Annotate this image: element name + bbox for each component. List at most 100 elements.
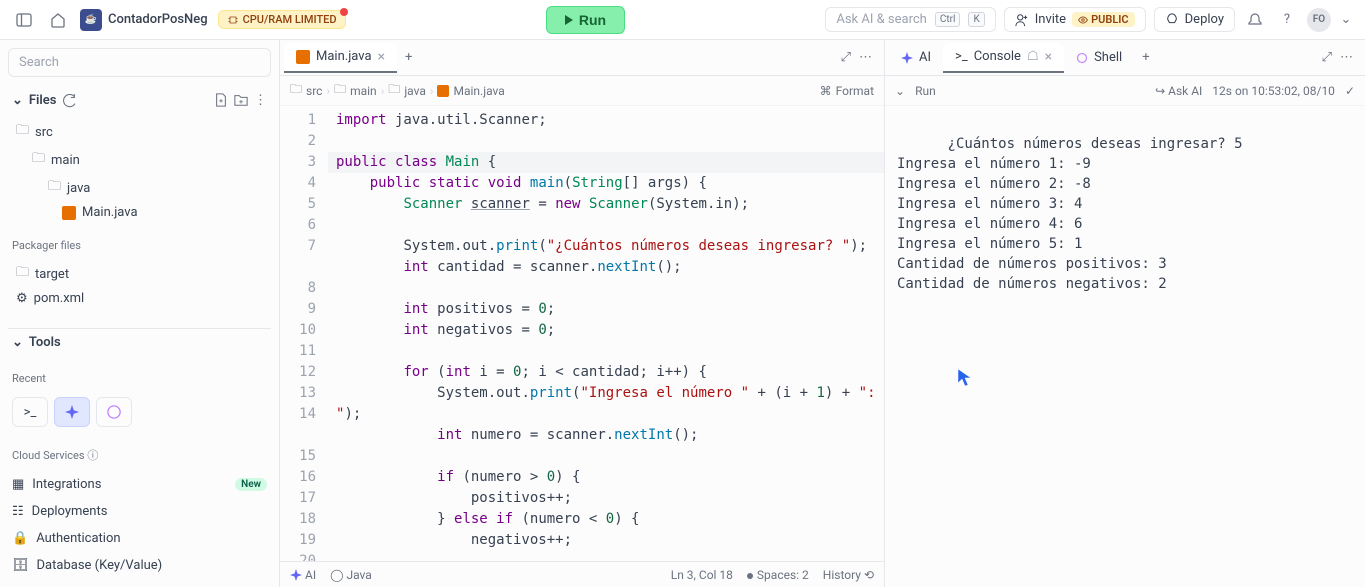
- expand-icon[interactable]: ⤢: [1322, 50, 1332, 65]
- cloud-db[interactable]: 🗄Database (Key/Value): [8, 552, 271, 579]
- folder-icon: 🗀: [334, 80, 346, 101]
- tab-mainjava[interactable]: Main.java ×: [284, 43, 397, 73]
- cloud-deployments[interactable]: ☷Deployments: [8, 498, 271, 525]
- cpu-ram-badge[interactable]: CPU/RAM LIMITED: [218, 10, 346, 29]
- packager-label: Packager files: [8, 235, 271, 256]
- status-lang[interactable]: ◯ Java: [330, 568, 372, 582]
- ask-ai-button[interactable]: ↪ Ask AI: [1155, 84, 1202, 98]
- recent-ai[interactable]: [54, 397, 90, 427]
- tree-folder-src[interactable]: 🗀src: [12, 118, 271, 146]
- file-tree: 🗀src 🗀main 🗀java Main.java: [8, 118, 271, 223]
- crumb-src[interactable]: 🗀src: [290, 80, 322, 101]
- help-icon[interactable]: ?: [1275, 8, 1299, 32]
- files-toggle[interactable]: ⌄ Files: [12, 93, 77, 108]
- console-time: 12s on 10:53:02, 08/10: [1212, 84, 1335, 98]
- expand-icon[interactable]: ⤢: [841, 50, 851, 65]
- tab-pinned-icon[interactable]: ☖: [1027, 49, 1039, 64]
- info-icon[interactable]: ⓘ: [87, 449, 98, 462]
- files-header: ⌄ Files ⋮: [8, 87, 271, 114]
- panel-toggle-icon[interactable]: [12, 8, 36, 32]
- tab-shell[interactable]: Shell: [1064, 44, 1134, 71]
- lock-icon: 🔒: [12, 531, 28, 546]
- cloud-integrations[interactable]: ▦IntegrationsNew: [8, 471, 271, 498]
- tree-folder-target[interactable]: 🗀target: [12, 260, 271, 288]
- cloud-items: ▦IntegrationsNew ☷Deployments 🔒Authentic…: [8, 471, 271, 579]
- sparkle-icon: [901, 52, 913, 64]
- ai-search-button[interactable]: Ask AI & search Ctrl K: [825, 7, 995, 32]
- tools-toggle[interactable]: ⌄ Tools: [8, 328, 271, 356]
- alert-dot-icon: [340, 8, 348, 16]
- folder-icon: 🗀: [16, 121, 29, 143]
- kbd-k: K: [968, 12, 984, 27]
- tree-folder-main[interactable]: 🗀main: [12, 146, 271, 174]
- project-name: ContadorPosNeg: [108, 12, 208, 27]
- shell-icon: [1076, 52, 1088, 64]
- tree-file-pom[interactable]: ⚙pom.xml: [12, 288, 271, 309]
- status-pos[interactable]: Ln 3, Col 18: [671, 568, 733, 582]
- chevron-down-icon[interactable]: ⌄: [1339, 8, 1353, 32]
- cloud-label: Cloud Services ⓘ: [8, 443, 271, 467]
- crumb-file[interactable]: Main.java: [437, 84, 504, 98]
- console-output[interactable]: ¿Cuántos números deseas ingresar? 5 Ingr…: [885, 106, 1365, 587]
- play-icon: [565, 15, 573, 25]
- format-button[interactable]: ⌘Format: [820, 84, 874, 98]
- invite-button[interactable]: Invite PUBLIC: [1004, 7, 1146, 32]
- files-label: Files: [29, 93, 57, 108]
- top-bar: ☕ ContadorPosNeg CPU/RAM LIMITED Run Ask…: [0, 0, 1365, 40]
- notifications-icon[interactable]: [1243, 8, 1267, 32]
- recent-shell[interactable]: [96, 397, 132, 427]
- more-icon[interactable]: ⋯: [859, 50, 872, 65]
- new-file-icon[interactable]: [214, 93, 228, 107]
- status-history[interactable]: History ⟲: [823, 568, 874, 582]
- folder-icon: 🗀: [16, 263, 29, 285]
- tree-file-mainjava[interactable]: Main.java: [12, 202, 271, 223]
- recent-console[interactable]: >_: [12, 397, 48, 427]
- run-label: Run: [579, 12, 606, 28]
- blocks-icon: ▦: [12, 477, 24, 492]
- refresh-icon[interactable]: [63, 94, 77, 108]
- tabs-actions: ⤢ ⋯: [841, 50, 880, 65]
- run-button[interactable]: Run: [546, 6, 625, 34]
- search-input[interactable]: Search: [8, 48, 271, 77]
- crumb-java[interactable]: 🗀java: [388, 80, 426, 101]
- wand-icon: ⌘: [820, 84, 832, 98]
- folder-icon: 🗀: [32, 149, 45, 171]
- editor-tabs: Main.java × + ⤢ ⋯: [280, 40, 884, 76]
- tab-ai[interactable]: AI: [889, 44, 943, 71]
- right-panel: AI >_Console☖× Shell + ⤢ ⋯ ⌄ Run ↪ Ask A…: [885, 40, 1365, 587]
- close-icon[interactable]: ×: [1045, 49, 1052, 65]
- terminal-icon: >_: [955, 49, 968, 64]
- deploy-button[interactable]: Deploy: [1154, 7, 1235, 32]
- user-avatar[interactable]: FO: [1307, 8, 1331, 32]
- home-icon[interactable]: [46, 8, 70, 32]
- packager-tree: 🗀target ⚙pom.xml: [8, 260, 271, 309]
- code-body[interactable]: import java.util.Scanner; public class M…: [328, 106, 884, 561]
- invite-label: Invite: [1035, 12, 1066, 27]
- breadcrumb-bar: 🗀src› 🗀main› 🗀java› Main.java ⌘Format: [280, 76, 884, 106]
- add-tab-button[interactable]: +: [1134, 46, 1157, 69]
- editor-panel: Main.java × + ⤢ ⋯ 🗀src› 🗀main› 🗀java› Ma…: [280, 40, 885, 587]
- recent-row: >_: [8, 393, 271, 431]
- add-tab-button[interactable]: +: [397, 46, 420, 69]
- tree-folder-java[interactable]: 🗀java: [12, 174, 271, 202]
- cloud-auth[interactable]: 🔒Authentication: [8, 525, 271, 552]
- java-icon: [296, 50, 310, 64]
- layers-icon: ☷: [12, 504, 24, 519]
- status-ai[interactable]: AI: [290, 568, 316, 582]
- close-icon[interactable]: ×: [378, 49, 385, 65]
- new-folder-icon[interactable]: [234, 93, 248, 107]
- tab-console[interactable]: >_Console☖×: [943, 43, 1064, 73]
- project-badge[interactable]: ☕ ContadorPosNeg: [80, 9, 208, 31]
- sidebar: Search ⌄ Files ⋮ 🗀src 🗀main 🗀java Main.j…: [0, 40, 280, 587]
- files-actions: ⋮: [214, 93, 267, 108]
- status-spaces[interactable]: Spaces: 2: [747, 568, 809, 582]
- console-run-label: Run: [915, 84, 936, 98]
- code-editor[interactable]: 1234567 891011121314 151617181920 import…: [280, 106, 884, 561]
- more-icon[interactable]: ⋮: [254, 93, 267, 108]
- kbd-ctrl: Ctrl: [935, 12, 961, 27]
- crumb-main[interactable]: 🗀main: [334, 80, 377, 101]
- chevron-down-icon[interactable]: ⌄: [895, 84, 905, 98]
- folder-icon: 🗀: [388, 80, 400, 101]
- project-icon: ☕: [80, 9, 102, 31]
- more-icon[interactable]: ⋯: [1340, 50, 1353, 65]
